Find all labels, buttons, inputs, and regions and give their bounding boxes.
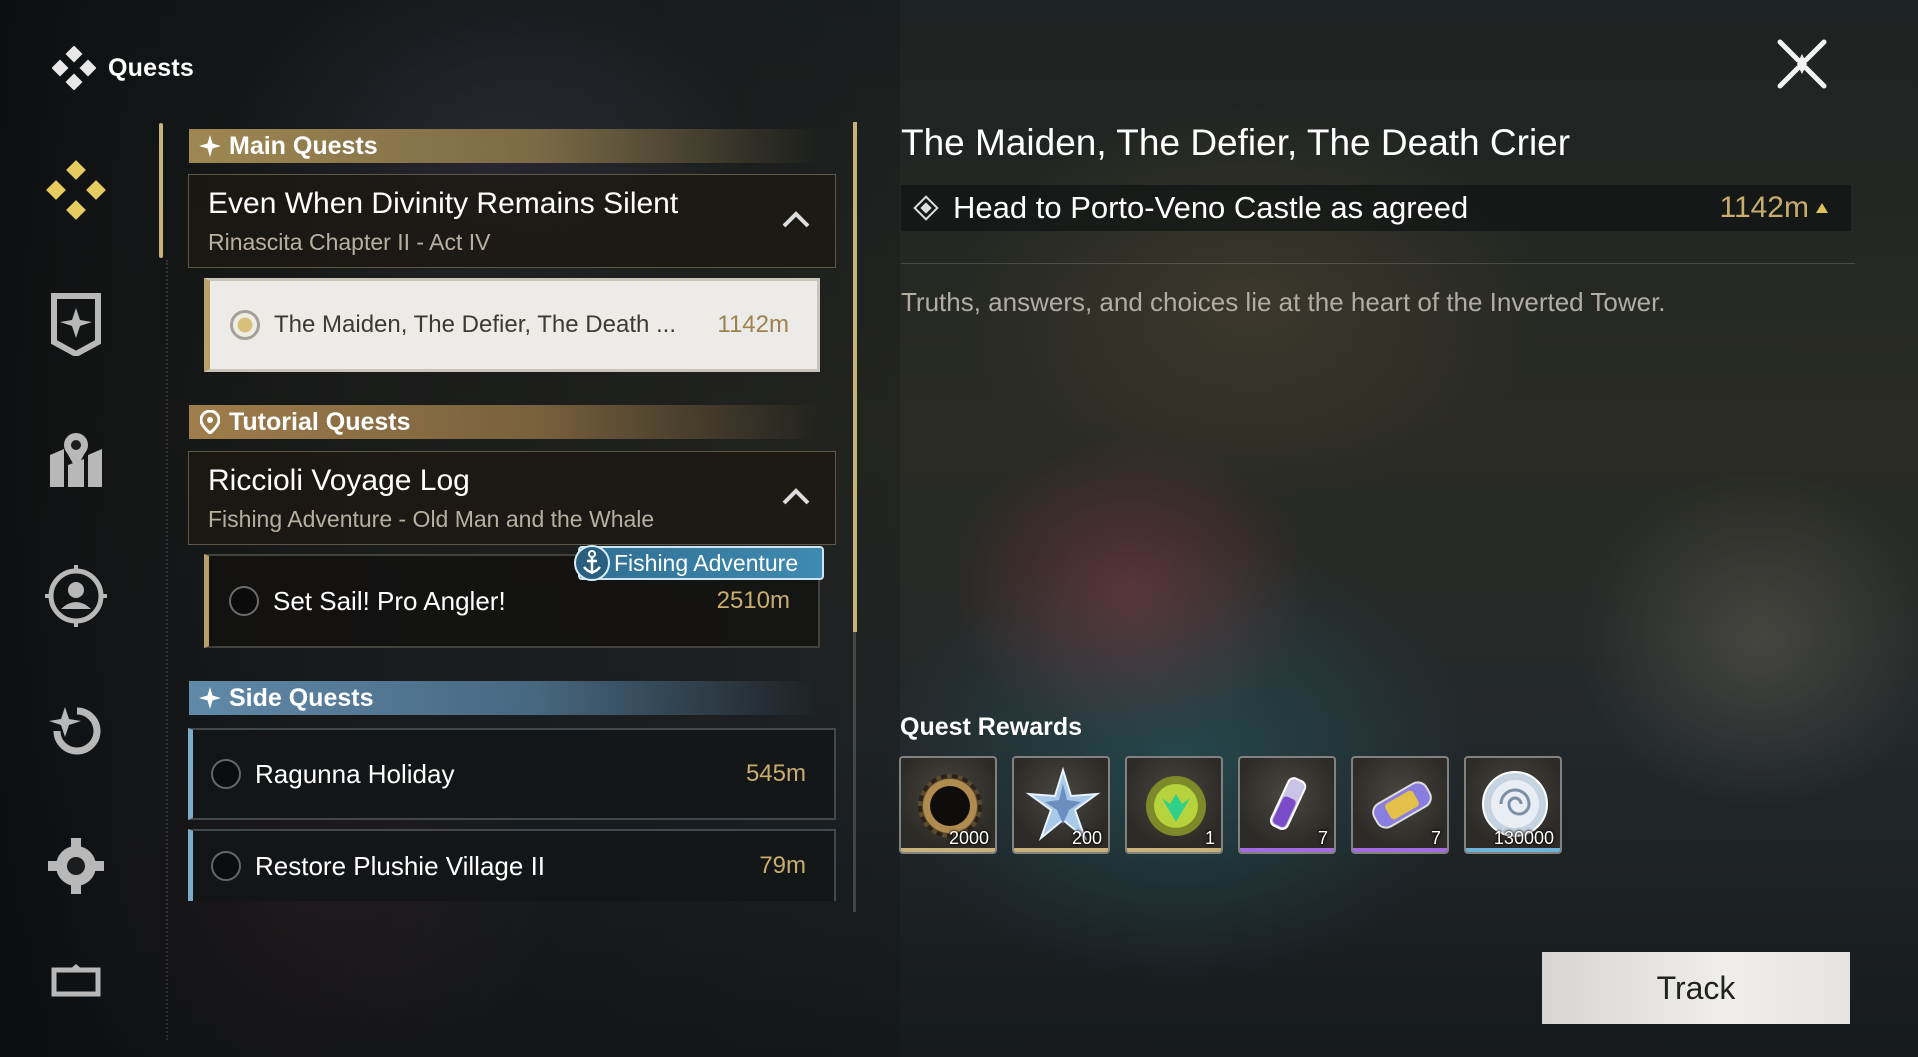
- section-header-main: Main Quests: [189, 129, 819, 163]
- badge-label: Fishing Adventure: [614, 549, 799, 576]
- detail-divider-line: [901, 263, 1855, 264]
- quest-group-tutorial[interactable]: Riccioli Voyage Log Fishing Adventure - …: [188, 451, 836, 545]
- quest-radio: [229, 586, 259, 616]
- reward-item[interactable]: 130000: [1464, 756, 1562, 854]
- quest-radio: [211, 851, 241, 881]
- quest-title: Restore Plushie Village II: [255, 850, 546, 881]
- reward-item[interactable]: 7: [1238, 756, 1336, 854]
- quest-distance: 79m: [759, 852, 806, 879]
- quest-radio: [211, 759, 241, 789]
- rarity-stripe: [1240, 848, 1334, 852]
- group-subtitle: Rinascita Chapter II - Act IV: [208, 229, 491, 255]
- quest-item[interactable]: Ragunna Holiday 545m: [188, 728, 836, 820]
- gallery-icon: [51, 964, 101, 997]
- reward-item[interactable]: 2000: [899, 756, 997, 854]
- chevron-up-icon[interactable]: [781, 209, 811, 229]
- chevron-up-icon[interactable]: [781, 486, 811, 506]
- location-pin-icon: [199, 410, 221, 434]
- reward-count: 130000: [1493, 828, 1554, 848]
- quest-detail-title: The Maiden, The Defier, The Death Crier: [901, 122, 1571, 163]
- quest-distance: 2510m: [716, 587, 790, 614]
- sparkle-icon: [199, 135, 221, 157]
- section-label: Side Quests: [229, 683, 374, 712]
- objective-distance: 1142m: [1719, 191, 1809, 224]
- list-track: [166, 260, 170, 1040]
- track-button[interactable]: Track: [1542, 952, 1850, 1024]
- rarity-stripe: [1014, 848, 1108, 852]
- user-circle-icon: [45, 565, 107, 627]
- reward-item[interactable]: 200: [1012, 756, 1110, 854]
- map-pin-icon: [50, 433, 102, 487]
- replay-star-icon: [49, 707, 101, 755]
- quest-distance: 545m: [745, 760, 806, 787]
- shield-star-icon: [51, 293, 101, 356]
- section-header-side: Side Quests: [189, 681, 819, 715]
- close-icon[interactable]: [1774, 36, 1830, 92]
- nav-item-settings[interactable]: [36, 826, 116, 906]
- nav-item-gallery[interactable]: [36, 950, 116, 1010]
- nav-item-achievement[interactable]: [36, 284, 116, 364]
- rarity-stripe: [1466, 848, 1560, 852]
- list-scroll-indicator[interactable]: [159, 123, 163, 258]
- section-header-tutorial: Tutorial Quests: [189, 405, 819, 439]
- rewards-title: Quest Rewards: [900, 713, 1083, 741]
- reward-count: 200: [1071, 828, 1102, 848]
- nav-item-profile[interactable]: [36, 556, 116, 636]
- objective-bar[interactable]: Head to Porto-Veno Castle as agreed 1142…: [901, 185, 1851, 231]
- gear-icon: [48, 838, 104, 894]
- reward-item[interactable]: 7: [1351, 756, 1449, 854]
- quest-radio: [230, 310, 260, 340]
- section-label: Tutorial Quests: [229, 407, 411, 436]
- quest-description: Truths, answers, and choices lie at the …: [901, 287, 1666, 317]
- nav-item-replay[interactable]: [36, 692, 116, 772]
- objective-text: Head to Porto-Veno Castle as agreed: [953, 190, 1469, 225]
- quest-item-selected[interactable]: The Maiden, The Defier, The Death ... 11…: [204, 278, 820, 372]
- reward-count: 2000: [948, 828, 989, 848]
- quest-title: The Maiden, The Defier, The Death ...: [274, 311, 676, 338]
- objective-diamond-icon: [913, 195, 939, 221]
- sparkle-icon: [199, 687, 221, 709]
- reward-count: 7: [1317, 828, 1328, 848]
- reward-item[interactable]: 1: [1125, 756, 1223, 854]
- reward-count: 1: [1204, 828, 1215, 848]
- quest-group-main[interactable]: Even When Divinity Remains Silent Rinasc…: [188, 174, 836, 268]
- rarity-stripe: [1127, 848, 1221, 852]
- direction-up-icon: [1816, 203, 1828, 213]
- reward-count: 7: [1430, 828, 1441, 848]
- quest-title: Ragunna Holiday: [255, 758, 455, 789]
- group-subtitle: Fishing Adventure - Old Man and the Whal…: [208, 506, 655, 532]
- quests-logo-icon: [52, 46, 96, 90]
- quest-title: Set Sail! Pro Angler!: [273, 585, 506, 616]
- nav-item-quests[interactable]: [36, 150, 116, 230]
- fishing-adventure-badge: Fishing Adventure: [574, 545, 824, 581]
- group-title: Riccioli Voyage Log: [208, 464, 470, 497]
- nav-item-map[interactable]: [36, 420, 116, 500]
- quest-item[interactable]: Restore Plushie Village II 79m: [188, 829, 836, 901]
- rarity-stripe: [901, 848, 995, 852]
- section-label: Main Quests: [229, 131, 378, 160]
- group-title: Even When Divinity Remains Silent: [208, 187, 679, 220]
- quest-diamond-icon: [46, 160, 106, 220]
- anchor-icon: [574, 545, 610, 581]
- rarity-stripe: [1353, 848, 1447, 852]
- page-title: Quests: [108, 54, 194, 82]
- quest-distance: 1142m: [717, 311, 789, 338]
- quest-list-scrollbar[interactable]: [853, 122, 857, 632]
